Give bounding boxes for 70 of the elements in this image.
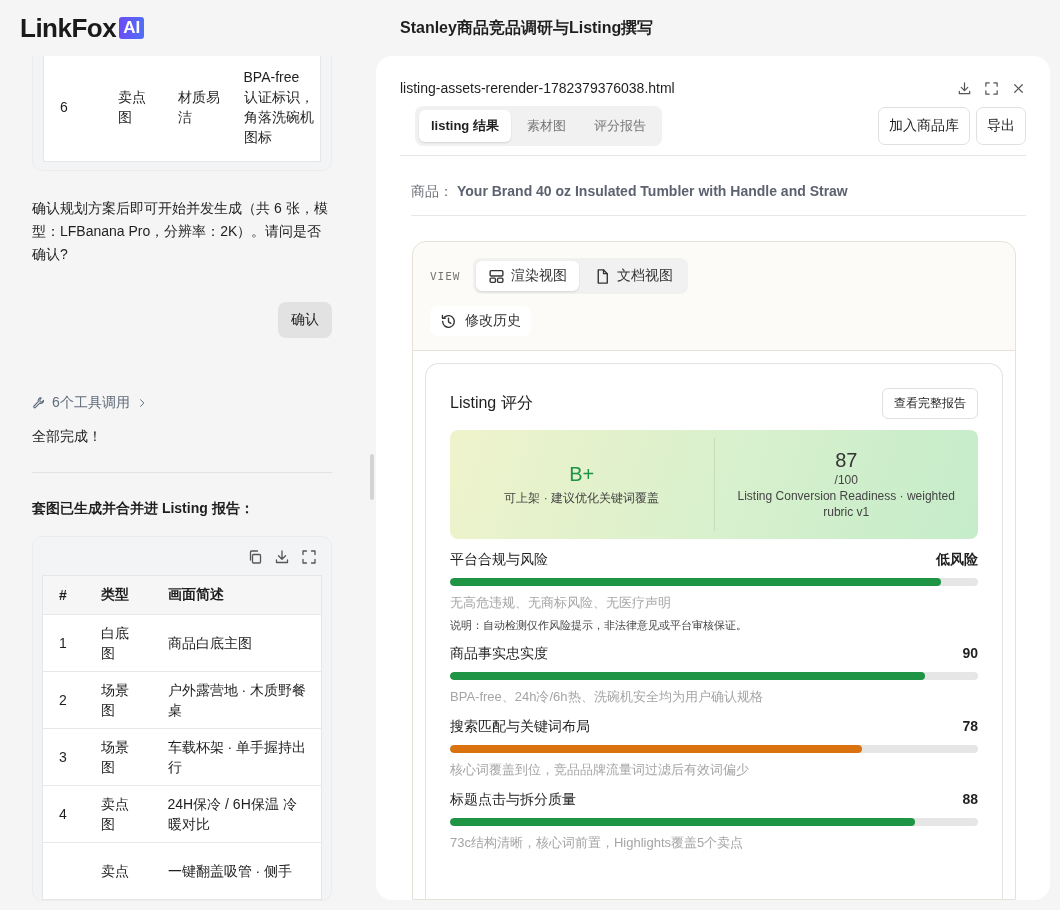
assistant-message: 全部完成！ (32, 428, 103, 446)
tab[interactable]: listing 结果 (419, 110, 511, 142)
fullscreen-icon[interactable] (984, 80, 999, 96)
metric-value: 78 (962, 718, 978, 736)
table-cell: 场景图 (84, 671, 152, 729)
column-header: 类型 (84, 575, 152, 615)
section-heading: 套图已生成并合并进 Listing 报告： (32, 500, 255, 518)
column-header: 画面简述 (151, 575, 322, 615)
tab[interactable]: 评分报告 (581, 110, 658, 142)
download-icon[interactable] (957, 80, 972, 96)
product-label: 商品： (411, 183, 453, 201)
table-cell: 2 (42, 671, 85, 729)
metric-description: BPA-free、24h冷/6h热、洗碗机安全均为用户确认规格 (450, 688, 764, 706)
view-report-button[interactable]: 查看完整报告 (882, 388, 978, 419)
table-cell: 3 (42, 728, 85, 786)
table-cell: 4 (42, 785, 85, 843)
table-cell: 户外露营地 · 木质野餐桌 (151, 671, 322, 729)
history-button[interactable]: 修改历史 (430, 306, 531, 336)
assistant-message: 确认规划方案后即可开始并发生成（共 6 张，模型：LFBanana Pro，分辨率：2K）。请问是否确认? (32, 199, 329, 264)
metric-name: 平台合规与风险 (450, 551, 548, 569)
table-cell: 1 (42, 614, 85, 672)
metric-name: 商品事实忠实度 (450, 645, 548, 663)
metric-name: 标题点击与拆分质量 (450, 791, 576, 809)
layout-icon (487, 267, 505, 285)
table-cell: 商品白底主图 (151, 614, 322, 672)
page-title: Stanley商品竞品调研与Listing撰写 (400, 17, 654, 38)
view-tab[interactable]: 文档视图 (581, 261, 685, 291)
table-cell: 一键翻盖吸管 · 侧手 (151, 842, 322, 900)
table-cell: 卖点图 (84, 785, 152, 843)
table-cell: 24H保冷 / 6H保温 冷暖对比 (151, 785, 322, 843)
metric-name: 搜索匹配与关键词布局 (450, 718, 590, 736)
table-cell: 场景图 (84, 728, 152, 786)
tool-calls-toggle[interactable]: 6个工具调用 (32, 394, 148, 412)
file-name: listing-assets-rerender-1782379376038.html (400, 80, 676, 96)
metric-note: 说明：自动检测仅作风险提示，非法律意见或平台审核保证。 (450, 618, 748, 633)
metric-value: 88 (962, 791, 978, 809)
score-max: /100 (834, 472, 858, 488)
copy-icon[interactable] (247, 549, 263, 565)
table-cell: BPA-free 认证标识，角落洗碗机图标 (227, 56, 321, 162)
history-icon (440, 312, 457, 330)
view-tab[interactable]: 渲染视图 (475, 261, 579, 291)
tab[interactable]: 素材图 (514, 110, 578, 142)
table-cell: 白底图 (84, 614, 152, 672)
metric-value: 90 (962, 645, 978, 663)
confirm-reply-button[interactable]: 确认 (278, 302, 332, 338)
fullscreen-icon[interactable] (301, 549, 317, 565)
table-cell: 车载杯架 · 单手握持出行 (151, 728, 322, 786)
export-button[interactable]: 导出 (976, 107, 1026, 145)
metric-description: 无高危违规、无商标风险、无医疗声明 (450, 594, 672, 612)
metric-description: 核心词覆盖到位，竞品品牌流量词过滤后有效词偏少 (450, 761, 750, 779)
table-cell: 卖点 (84, 842, 152, 900)
total-score: 87 (835, 449, 858, 472)
table-cell: 材质易洁 (161, 56, 228, 162)
table-cell: 6 (43, 56, 102, 162)
grade-note: 可上架 · 建议优化关键词覆盖 (504, 489, 660, 507)
logo-wordmark: LinkFox (20, 12, 117, 44)
resize-handle[interactable] (370, 454, 374, 500)
view-label: VIEW (430, 269, 461, 283)
wrench-icon (32, 396, 46, 410)
score-title: Listing 评分 (450, 393, 533, 413)
column-header: # (42, 575, 85, 615)
download-icon[interactable] (274, 549, 290, 565)
rubric-label: Listing Conversion Readiness · weighted rubric v1 (736, 488, 956, 520)
logo-badge: AI (119, 17, 145, 39)
product-name: Your Brand 40 oz Insulated Tumbler with Handle and Straw (457, 183, 848, 201)
grade: B+ (569, 462, 595, 486)
metric-description: 73c结构清晰，核心词前置，Highlights覆盖5个卖点 (450, 834, 745, 852)
metric-value: 低风险 (936, 551, 978, 569)
add-to-library-button[interactable]: 加入商品库 (878, 107, 970, 145)
table-cell: 卖点图 (101, 56, 162, 162)
